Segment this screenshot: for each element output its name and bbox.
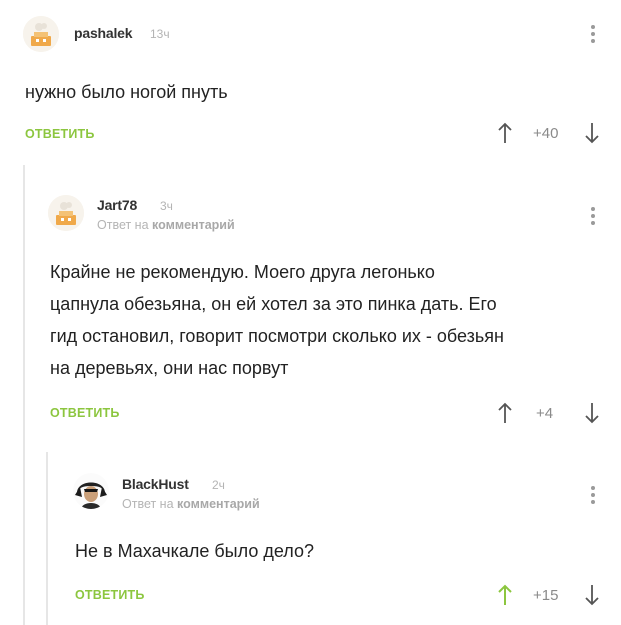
username[interactable]: Jart78 — [97, 197, 137, 213]
more-options-icon[interactable] — [589, 23, 597, 45]
avatar[interactable] — [48, 195, 84, 231]
downvote-arrow-icon[interactable] — [583, 122, 601, 144]
comment-jart78: Jart78 3ч Ответ на комментарий Крайне не… — [0, 180, 621, 450]
comment-text: Не в Махачкале было дело? — [75, 535, 314, 567]
comment-text: нужно было ногой пнуть — [25, 76, 228, 108]
reply-to-prefix: Ответ на — [97, 218, 149, 232]
avatar[interactable] — [23, 16, 59, 52]
comment-rating: +40 — [533, 125, 559, 142]
reply-to-indicator: Ответ на комментарий — [97, 218, 235, 232]
default-avatar-icon — [23, 16, 59, 52]
comment-rating: +4 — [536, 405, 554, 422]
reply-to-indicator: Ответ на комментарий — [122, 497, 260, 511]
reply-to-link[interactable]: комментарий — [177, 497, 260, 511]
reply-button[interactable]: ОТВЕТИТЬ — [75, 588, 145, 602]
comment-pashalek: pashalek 13ч нужно было ногой пнуть ОТВЕ… — [0, 0, 621, 160]
reply-to-prefix: Ответ на — [122, 497, 174, 511]
comment-time: 3ч — [160, 199, 173, 213]
more-options-icon[interactable] — [589, 205, 597, 227]
reply-to-link[interactable]: комментарий — [152, 218, 235, 232]
reply-button[interactable]: ОТВЕТИТЬ — [25, 127, 95, 141]
dark-figure-avatar-icon — [73, 473, 109, 509]
reply-button[interactable]: ОТВЕТИТЬ — [50, 406, 120, 420]
downvote-arrow-icon[interactable] — [583, 584, 601, 606]
default-avatar-icon — [48, 195, 84, 231]
comment-time: 2ч — [212, 478, 225, 492]
comment-text-line: Не в Махачкале было дело? — [75, 541, 314, 561]
more-options-icon[interactable] — [589, 484, 597, 506]
comment-blackhust: BlackHust 2ч Ответ на комментарий Не в М… — [0, 460, 621, 625]
comment-text-line: гид остановил, говорит посмотри сколько … — [50, 326, 504, 346]
comment-text-line: Крайне не рекомендую. Моего друга легонь… — [50, 262, 435, 282]
avatar[interactable] — [73, 473, 109, 509]
username[interactable]: BlackHust — [122, 476, 189, 492]
upvote-arrow-icon[interactable] — [496, 122, 514, 144]
upvote-arrow-icon[interactable] — [496, 402, 514, 424]
comment-text-line: на деревьях, они нас порвут — [50, 358, 289, 378]
upvote-arrow-icon-active[interactable] — [496, 584, 514, 606]
comment-text-line: нужно было ногой пнуть — [25, 82, 228, 102]
comment-text-line: цапнула обезьяна, он ей хотел за это пин… — [50, 294, 497, 314]
username[interactable]: pashalek — [74, 25, 133, 41]
comment-rating: +15 — [533, 587, 559, 604]
comment-time: 13ч — [150, 27, 170, 41]
comment-text: Крайне не рекомендую. Моего друга легонь… — [50, 256, 504, 384]
downvote-arrow-icon[interactable] — [583, 402, 601, 424]
